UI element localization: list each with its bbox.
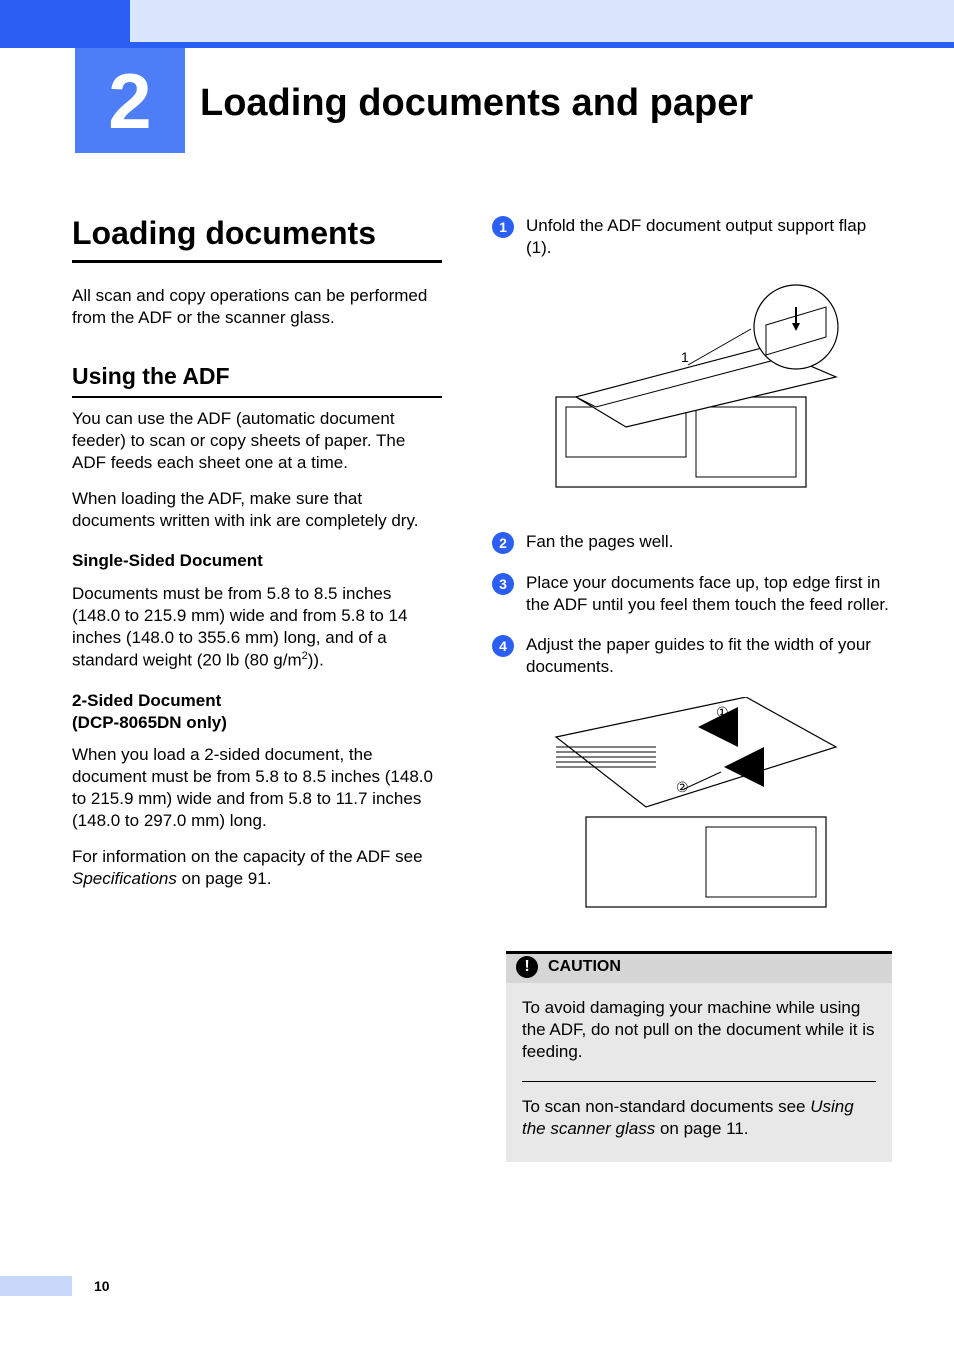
caution-p2-post: on page 11. [655,1119,748,1138]
two-sided-body: When you load a 2-sided document, the do… [72,744,442,832]
caution-body: To avoid damaging your machine while usi… [506,983,892,1162]
step-2: 2 Fan the pages well. [492,531,892,554]
page-number: 10 [94,1278,110,1294]
step-number-icon: 3 [492,573,514,595]
specs-reference: For information on the capacity of the A… [72,846,442,890]
figure-paper-guides: ① ② [526,697,856,927]
figure-adf-flap: 1 [526,277,856,507]
caution-paragraph-2: To scan non-standard documents see Using… [522,1096,876,1140]
single-body-post: )). [308,650,324,669]
step-1: 1 Unfold the ADF document output support… [492,215,892,259]
chapter-number-box: 2 [75,48,185,153]
page-footer: 10 [0,1272,110,1300]
subsection-heading: Using the ADF [72,363,442,398]
two-sided-heading: 2-Sided Document (DCP-8065DN only) [72,690,442,734]
chapter-number: 2 [108,62,151,140]
section-heading: Loading documents [72,215,442,263]
step-number-icon: 2 [492,532,514,554]
figure2-label-2: ② [676,779,689,795]
step-text: Unfold the ADF document output support f… [526,215,892,259]
header-band [0,0,954,42]
single-sided-body: Documents must be from 5.8 to 8.5 inches… [72,583,442,672]
two-sided-heading-l2: (DCP-8065DN only) [72,713,227,732]
figure2-label-1: ① [716,704,729,720]
figure1-label: 1 [681,349,689,365]
specs-post: on page 91. [177,869,272,888]
right-column: 1 Unfold the ADF document output support… [492,215,892,1162]
step-number-icon: 4 [492,635,514,657]
left-column: Loading documents All scan and copy oper… [72,215,442,1162]
step-3: 3 Place your documents face up, top edge… [492,572,892,616]
step-number-icon: 1 [492,216,514,238]
adf-paragraph-2: When loading the ADF, make sure that doc… [72,488,442,532]
specs-pre: For information on the capacity of the A… [72,847,423,866]
step-text: Place your documents face up, top edge f… [526,572,892,616]
intro-paragraph: All scan and copy operations can be perf… [72,285,442,329]
caution-box: ! CAUTION To avoid damaging your machine… [506,951,892,1162]
caution-label: CAUTION [548,958,621,976]
caution-p2-pre: To scan non-standard documents see [522,1097,810,1116]
step-text: Fan the pages well. [526,531,892,554]
adf-paragraph-1: You can use the ADF (automatic document … [72,408,442,474]
two-sided-heading-l1: 2-Sided Document [72,691,221,710]
step-4: 4 Adjust the paper guides to fit the wid… [492,634,892,678]
caution-divider [522,1081,876,1082]
specs-em: Specifications [72,869,177,888]
caution-paragraph-1: To avoid damaging your machine while usi… [522,997,876,1063]
caution-icon: ! [516,956,538,978]
single-sided-heading: Single-Sided Document [72,550,442,572]
caution-header: ! CAUTION [506,951,892,983]
single-body-pre: Documents must be from 5.8 to 8.5 inches… [72,584,407,670]
header-accent [0,0,130,42]
chapter-title: Loading documents and paper [200,82,753,125]
footer-accent [0,1276,72,1296]
step-text: Adjust the paper guides to fit the width… [526,634,892,678]
